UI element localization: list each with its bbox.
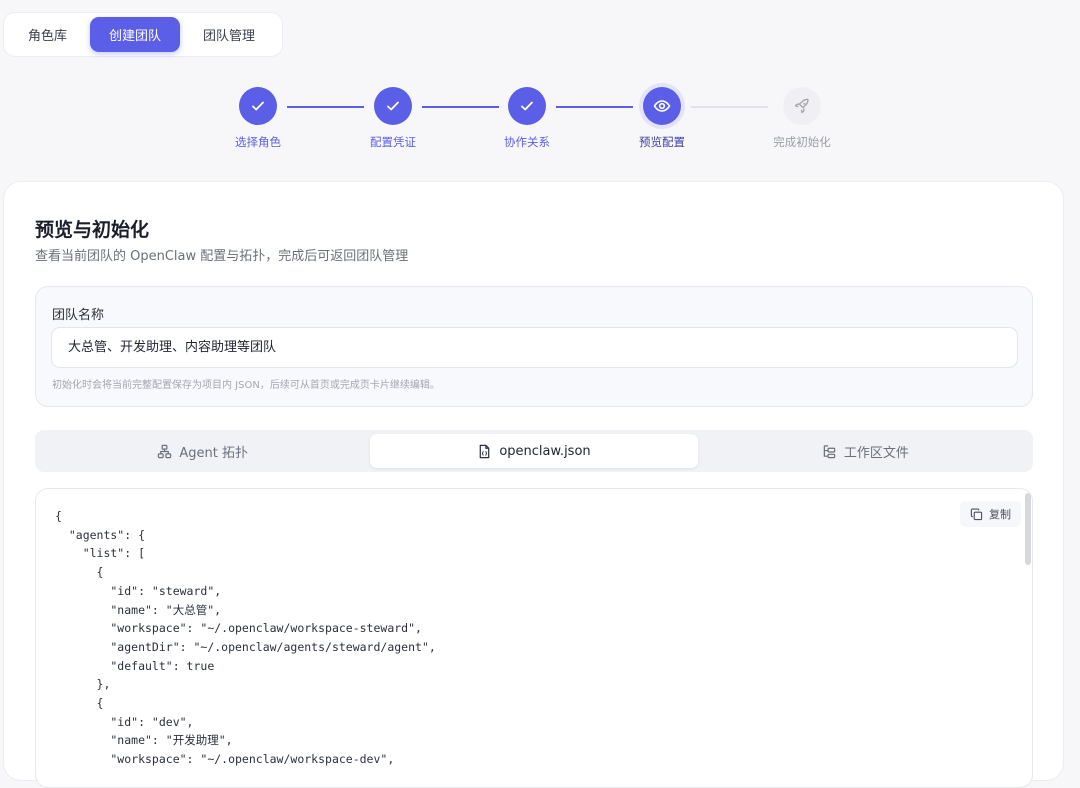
- step-label: 配置凭证: [370, 135, 416, 149]
- team-name-hint: 初始化时会将当前完整配置保存为项目内 JSON，后续可从首页或完成页卡片继续编辑…: [52, 380, 440, 391]
- step-label: 选择角色: [235, 135, 281, 149]
- code-scrollbar[interactable]: [1025, 493, 1031, 565]
- rocket-icon: [783, 87, 821, 125]
- copy-label: 复制: [989, 508, 1011, 521]
- preview-card: 预览与初始化 查看当前团队的 OpenClaw 配置与拓扑，完成后可返回团队管理…: [3, 181, 1064, 788]
- tab-openclaw-json[interactable]: openclaw.json: [370, 434, 698, 468]
- step-configure-credentials[interactable]: 配置凭证: [343, 86, 443, 150]
- tab-label: Agent 拓扑: [179, 445, 248, 461]
- top-nav: 角色库 创建团队 团队管理: [3, 12, 283, 57]
- team-name-section: 团队名称 大总管、开发助理、内容助理等团队 初始化时会将当前完整配置保存为项目内…: [35, 286, 1033, 407]
- page-title: 预览与初始化: [35, 219, 150, 241]
- copy-button[interactable]: 复制: [960, 501, 1021, 527]
- team-name-label: 团队名称: [52, 308, 105, 323]
- step-preview-config[interactable]: 预览配置: [612, 86, 712, 150]
- json-code-viewer[interactable]: { "agents": { "list": [ { "id": "steward…: [35, 488, 1033, 788]
- topology-icon: [157, 444, 172, 459]
- check-icon: [374, 87, 412, 125]
- nav-tab-team-management[interactable]: 团队管理: [184, 17, 274, 52]
- step-label: 协作关系: [504, 135, 550, 149]
- step-finish-init[interactable]: 完成初始化: [752, 86, 852, 150]
- eye-icon: [643, 87, 681, 125]
- copy-icon: [970, 508, 983, 521]
- step-label: 完成初始化: [773, 135, 831, 149]
- tab-workspace-files[interactable]: 工作区文件: [702, 434, 1029, 468]
- folder-tree-icon: [822, 444, 837, 459]
- step-label: 预览配置: [639, 135, 685, 149]
- team-name-input[interactable]: 大总管、开发助理、内容助理等团队: [51, 327, 1018, 368]
- tab-label: 工作区文件: [843, 445, 909, 461]
- json-file-icon: [477, 444, 492, 459]
- check-icon: [239, 87, 277, 125]
- tab-agent-topology[interactable]: Agent 拓扑: [39, 434, 366, 468]
- json-code: { "agents": { "list": [ { "id": "steward…: [55, 509, 436, 767]
- progress-stepper: 选择角色 配置凭证 协作关系 预览配置 完成初始化: [0, 86, 1080, 156]
- tab-label: openclaw.json: [499, 443, 591, 459]
- check-icon: [508, 87, 546, 125]
- page-subtitle: 查看当前团队的 OpenClaw 配置与拓扑，完成后可返回团队管理: [35, 249, 409, 264]
- step-collaboration[interactable]: 协作关系: [477, 86, 577, 150]
- nav-tab-role-library[interactable]: 角色库: [9, 17, 86, 52]
- nav-tab-create-team[interactable]: 创建团队: [90, 17, 181, 52]
- view-tabs: Agent 拓扑 openclaw.json 工作区文件: [35, 430, 1033, 472]
- step-select-roles[interactable]: 选择角色: [208, 86, 308, 150]
